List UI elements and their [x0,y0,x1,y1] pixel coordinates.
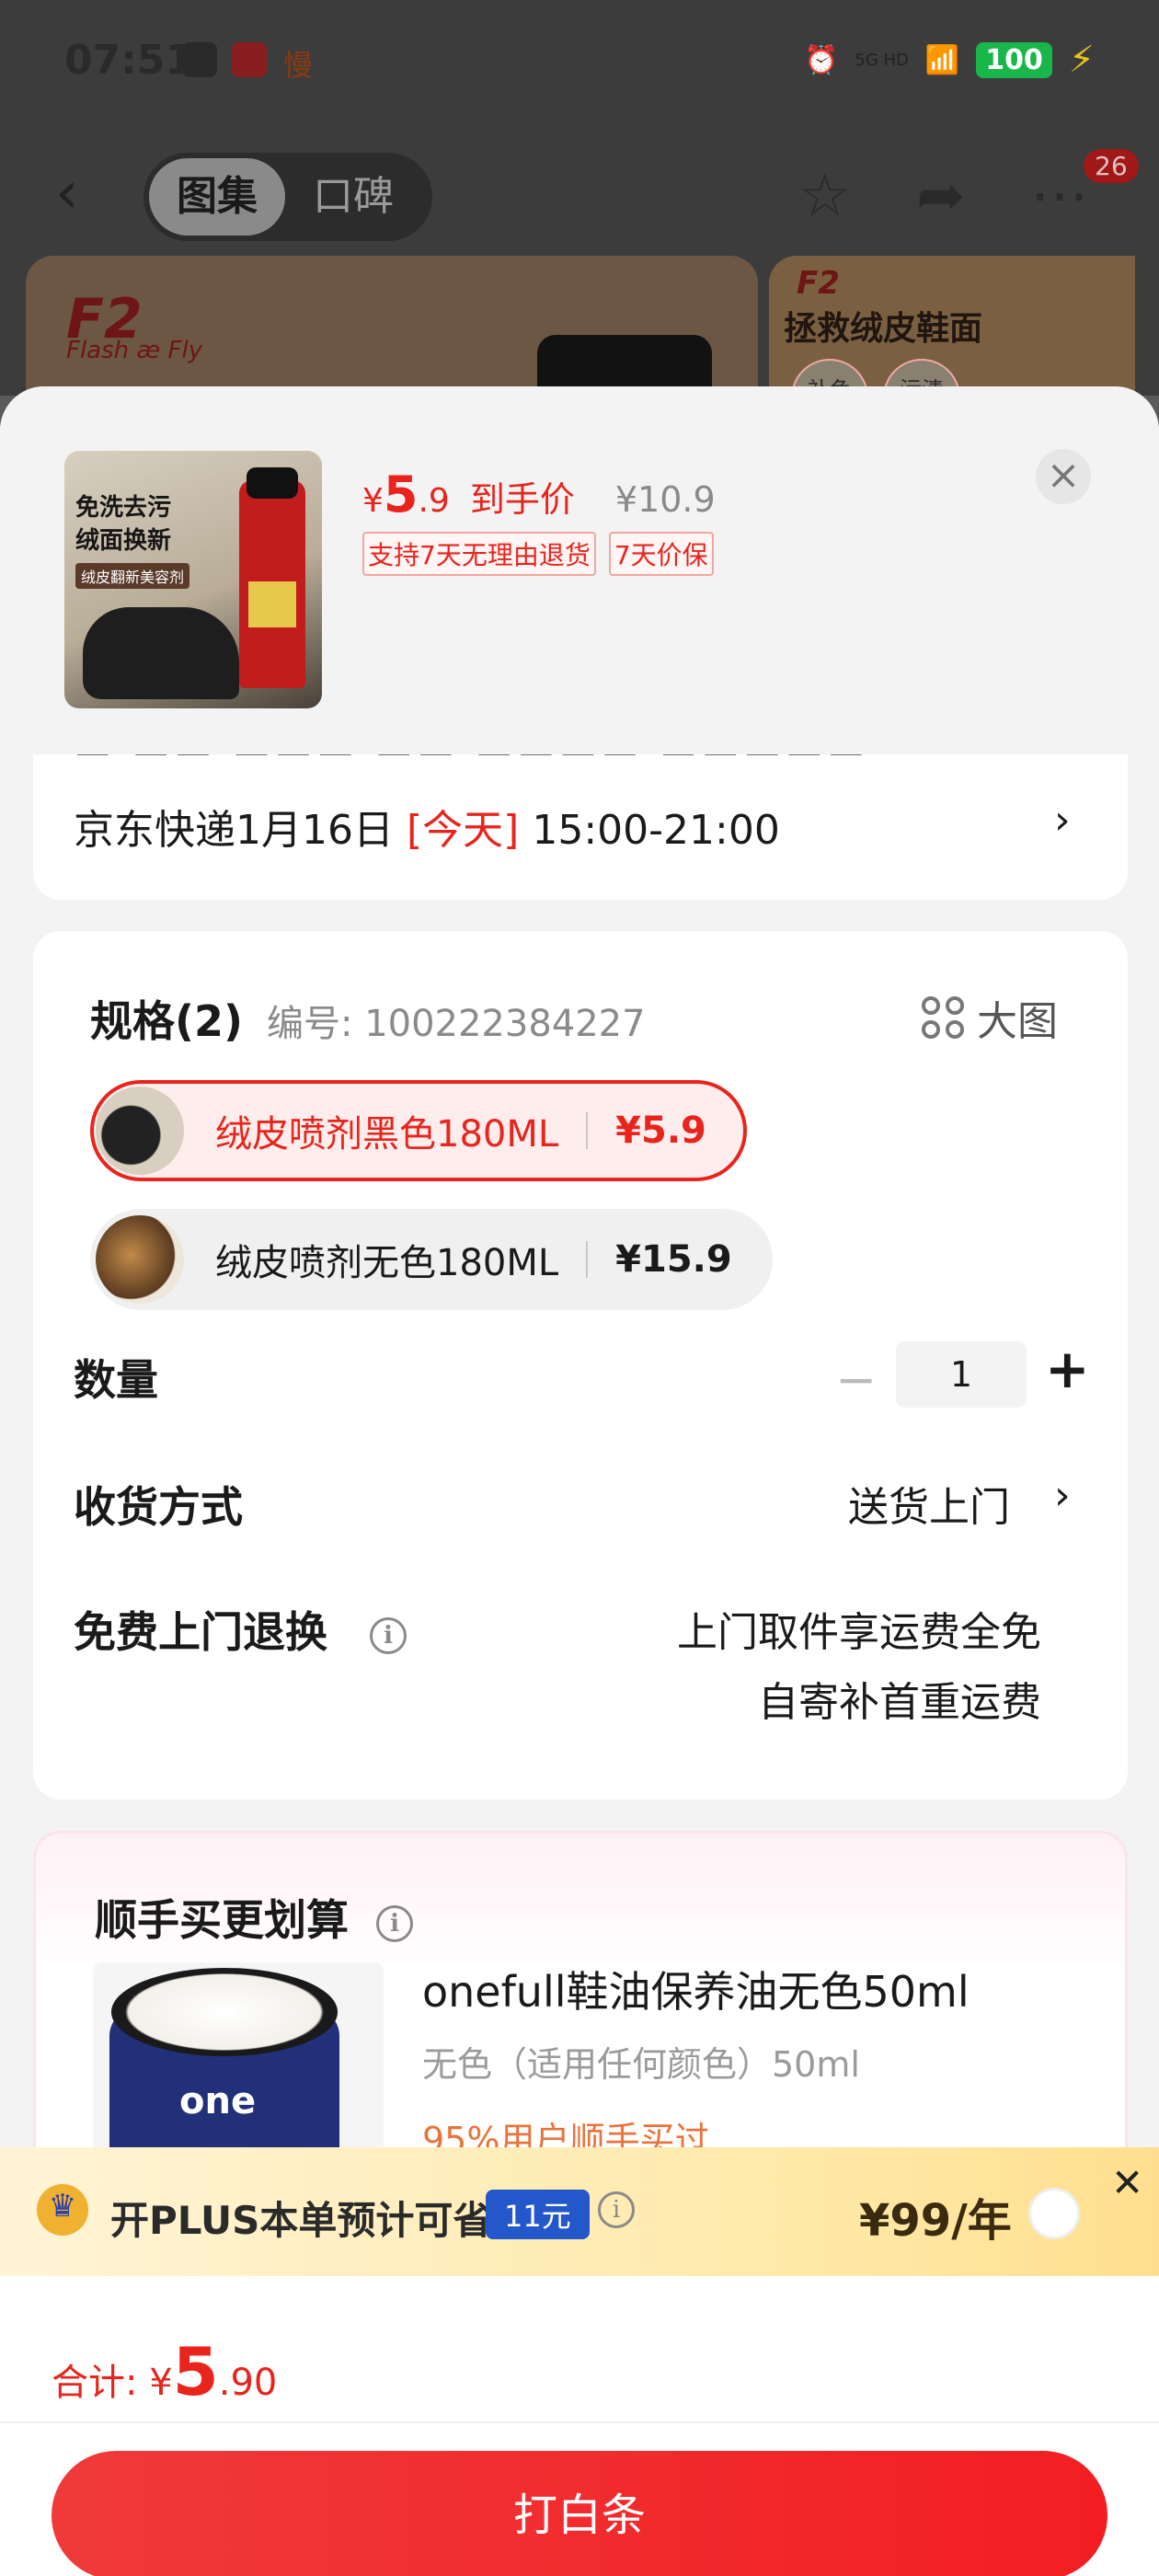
plus-select-radio[interactable] [1028,2188,1080,2239]
big-image-label: 大图 [977,998,1058,1045]
brand-logo-small: F2 [797,265,840,302]
total-price: 合计: ¥5.90 [52,2333,278,2410]
close-icon[interactable]: × [1036,449,1091,504]
price-integer: 5 [383,466,419,523]
boot-image [83,607,239,699]
price-row: ¥ 5 .9 到手价 ¥10.9 [362,466,716,523]
notification-app-icon [232,42,267,77]
sku-price: ¥15.9 [615,1238,732,1281]
divider [586,1112,589,1149]
sku-option-black[interactable]: 绒皮喷剂黑色180ML ¥5.9 [90,1080,747,1181]
wifi-icon: 📶 [924,43,960,76]
price-symbol: ¥ [362,482,384,520]
jar-brand: one [179,2080,257,2122]
more-icon[interactable]: ⋯ [1030,164,1089,228]
status-time: 07:51 [64,37,194,84]
big-image-button[interactable]: 大图 [922,988,1058,1047]
increase-button[interactable]: + [1045,1338,1090,1400]
footer: 打白条 [0,2423,1159,2576]
product-thumbnail[interactable]: 免洗去污 绒面换新 绒皮翻新美容剂 [64,451,322,708]
service-tags: 支持7天无理由退货 7天价保 [362,532,714,576]
purchase-sheet: 免洗去污 绒面换新 绒皮翻新美容剂 ¥ 5 .9 到手价 ¥10.9 支持7天无… [0,386,1159,2576]
plus-price: ¥99/年 [859,2195,1012,2247]
top-nav: ‹ 图集 口碑 ☆ ➦ ⋯ [0,147,1159,248]
sku-name: 绒皮喷剂黑色180ML [215,1113,559,1156]
plus-promo-text: 开PLUS本单预计可省 [110,2198,492,2243]
network-label: 5G HD [855,50,909,70]
brand-logo-sub: Flash æ Fly [66,337,203,364]
qq-icon [182,42,217,77]
message-badge: 26 [1084,149,1139,183]
sku-price: ¥5.9 [615,1110,706,1152]
recommend-title: 顺手买更划算 i [95,1887,414,1948]
status-bar: 07:51 慢 ⏰ 5G HD 📶 100 ⚡ [0,0,1159,120]
info-icon[interactable]: i [598,2191,635,2228]
info-icon[interactable]: i [376,1904,414,1942]
price-protect-tag: 7天价保 [608,532,714,576]
shipping-method-value[interactable]: 送货上门 [848,1474,1010,1533]
final-price-label: 到手价 [469,479,575,520]
favorite-icon[interactable]: ☆ [798,164,851,228]
return-pickup-note: 上门取件享运费全免 [677,1609,1041,1656]
product-code: 编号: 100222384227 [267,1003,646,1045]
divider [586,1241,589,1278]
background-page: 07:51 慢 ⏰ 5G HD 📶 100 ⚡ ‹ 图集 口碑 ☆ ➦ ⋯ 26… [0,0,1159,421]
close-icon[interactable]: ✕ [1111,2160,1143,2205]
banner-title: 拯救绒皮鞋面 [784,310,983,348]
spray-can-image [239,467,305,688]
return-self-ship-note: 自寄补首重运费 [758,1679,1041,1726]
recommend-product-name[interactable]: onefull鞋油保养油无色50ml [422,1959,970,2019]
chevron-right-icon[interactable]: › [1054,1472,1071,1519]
sku-thumbnail [96,1215,184,1304]
original-price: ¥10.9 [614,479,716,520]
view-switch: 图集 口碑 [143,153,432,241]
share-icon[interactable]: ➦ [916,164,966,228]
grid-icon [922,996,964,1039]
back-icon[interactable]: ‹ [55,164,79,223]
info-icon[interactable]: i [370,1616,407,1654]
decrease-button[interactable]: − [835,1351,877,1409]
sku-name: 绒皮喷剂无色180ML [215,1242,559,1284]
delivery-info: 京东快递1月16日 [今天] 15:00-21:00 [74,807,780,854]
quantity-label: 数量 [74,1355,158,1405]
cream-image [111,1968,338,2056]
product-header: 免洗去污 绒面换新 绒皮翻新美容剂 ¥ 5 .9 到手价 ¥10.9 支持7天无… [0,386,1159,754]
charging-icon: ⚡ [1068,39,1095,81]
battery-level: 100 [976,41,1052,78]
crown-icon [37,2184,88,2236]
shipping-method-label: 收货方式 [74,1482,243,1532]
quantity-input[interactable]: 1 [896,1341,1027,1408]
spec-title: 规格(2) [90,996,244,1046]
price-decimal: .9 [418,482,450,520]
chevron-right-icon: › [1054,797,1071,844]
recommend-card: 顺手买更划算 i one onefull鞋油保养油无色50ml 无色（适用任何颜… [33,1831,1128,2202]
plus-promo-bar[interactable]: 开PLUS本单预计可省 11元 i ¥99/年 ✕ [0,2147,1159,2276]
thumb-title: 免洗去污 绒面换新 [75,494,172,555]
status-right: ⏰ 5G HD 📶 100 ⚡ [804,39,1095,81]
tab-gallery[interactable]: 图集 [149,158,285,236]
sku-thumbnail [96,1087,184,1175]
return-policy-tag: 支持7天无理由退货 [362,532,596,576]
total-bar: 合计: ¥5.90 [0,2276,1159,2423]
alarm-icon: ⏰ [804,43,839,76]
plus-saving-badge: 11元 [486,2190,590,2239]
free-return-label: 免费上门退换 i [74,1599,407,1660]
today-label: [今天] [406,807,520,854]
tab-reviews[interactable]: 口碑 [285,158,421,236]
pay-button[interactable]: 打白条 [52,2451,1107,2576]
sku-option-clear[interactable]: 绒皮喷剂无色180ML ¥15.9 [90,1209,773,1310]
recommend-product-spec: 无色（适用任何颜色）50ml [422,2044,860,2085]
thumb-subtitle: 绒皮翻新美容剂 [75,563,190,589]
spec-card: 规格(2) 编号: 100222384227 大图 绒皮喷剂黑色180ML ¥5… [33,931,1128,1800]
slow-label: 慢 [283,48,314,83]
